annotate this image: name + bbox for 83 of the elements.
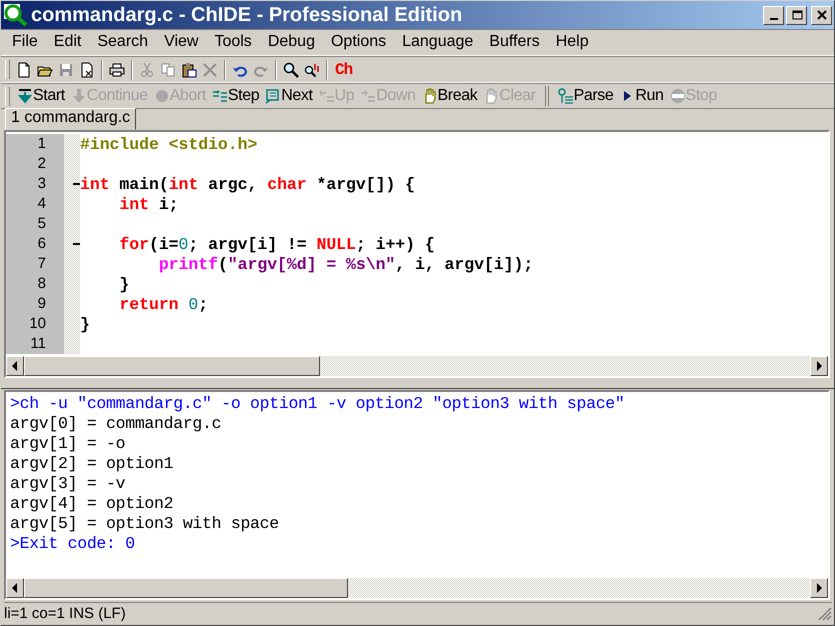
menu-item[interactable]: Language [394,33,482,51]
line-number: 5 [6,214,64,234]
down-icon [360,88,376,104]
maximize-button[interactable] [786,6,807,24]
code-line: int main(int argc, char *argv[]) { [80,174,416,194]
output-line: argv[3] = -v [10,474,126,494]
debug-button[interactable]: Break [420,87,480,105]
debug-button[interactable]: Start [16,87,68,105]
output-line: argv[4] = option2 [10,494,174,514]
code-line: printf("argv[%d] = %s\n", i, argv[i]); [158,254,534,274]
output-line: argv[5] = option3 with space [10,514,280,534]
line-number: 1 [6,134,64,154]
line-number: 3 [6,174,64,194]
up-icon [318,88,335,104]
scrollbar-thumb[interactable] [24,356,320,376]
menu-item[interactable]: Buffers [481,33,548,51]
debug-button[interactable]: Run [618,87,667,105]
new-file-icon[interactable] [16,62,32,78]
close-file-icon[interactable] [79,62,95,78]
resize-grip-icon[interactable] [818,606,832,620]
scroll-right-button[interactable] [810,578,828,598]
output-line: >Exit code: 0 [10,534,136,554]
arrow-down-icon [17,88,33,104]
debug-button[interactable]: Next [264,87,316,105]
fold-margin[interactable] [64,234,80,254]
close-button[interactable] [811,6,832,24]
line-number: 6 [6,234,64,254]
right-arrow-icon [816,361,822,371]
line-number: 2 [6,154,64,174]
fold-margin[interactable] [64,174,80,194]
stop-sign-icon [670,88,686,104]
code-line: for(i=0; argv[i] != NULL; i++) { [118,234,435,254]
arrow-down-icon [70,88,87,104]
output-line: argv[2] = option1 [10,454,174,474]
output-line: argv[0] = commandarg.c [10,414,222,434]
next-icon [265,88,282,104]
code-line: } [80,314,90,334]
app-logo-icon [3,3,29,27]
minimize-icon [770,18,778,20]
line-number: 9 [6,294,64,314]
output-line: >ch -u "commandarg.c" -o option1 -v option2 "option3 with space" [10,394,626,414]
close-icon [816,10,828,20]
scrollbar-thumb[interactable] [24,578,348,598]
line-number: 7 [6,254,64,274]
search-icon[interactable] [283,62,299,78]
debug-button[interactable]: Step [210,87,262,105]
menu-item[interactable]: Edit [46,33,90,51]
output-line: argv[1] = -o [10,434,126,454]
debug-button[interactable]: Parse [556,87,616,105]
maximize-icon [790,10,802,20]
code-line: int i; [118,194,179,214]
file-tab[interactable]: 1 commandarg.c [5,108,136,130]
right-arrow-icon [816,583,822,593]
code-line: #include <stdio.h> [80,134,258,154]
horizontal-scrollbar[interactable] [6,356,828,376]
circle-icon [154,88,170,104]
horizontal-scrollbar[interactable] [6,578,828,598]
parse-icon [558,88,574,104]
line-number: 4 [6,194,64,214]
minimize-button[interactable] [763,6,784,24]
code-line: } [118,274,130,294]
line-number: 8 [6,274,64,294]
menu-item[interactable]: Debug [260,33,323,51]
menu-item[interactable]: View [156,33,206,51]
scroll-left-button[interactable] [6,356,24,376]
scroll-left-button[interactable] [6,578,24,598]
printer-icon[interactable] [109,62,125,78]
status-text: li=1 co=1 INS (LF) [4,605,127,622]
find-replace-icon[interactable] [304,62,320,78]
clipboard-icon[interactable] [181,62,197,78]
menu-item[interactable]: Help [548,33,597,51]
menu-item[interactable]: Tools [206,33,260,51]
step-icon [212,88,228,104]
line-number: 10 [6,314,64,334]
line-number: 11 [6,334,64,354]
menu-item[interactable]: Options [322,33,394,51]
menu-item[interactable]: Search [89,33,156,51]
scroll-right-button[interactable] [810,356,828,376]
left-arrow-icon [12,583,18,593]
left-arrow-icon [12,361,18,371]
code-line: return 0; [118,294,208,314]
window-title: commandarg.c - ChIDE - Professional Edition [31,4,464,26]
menu-item[interactable]: File [4,33,46,51]
